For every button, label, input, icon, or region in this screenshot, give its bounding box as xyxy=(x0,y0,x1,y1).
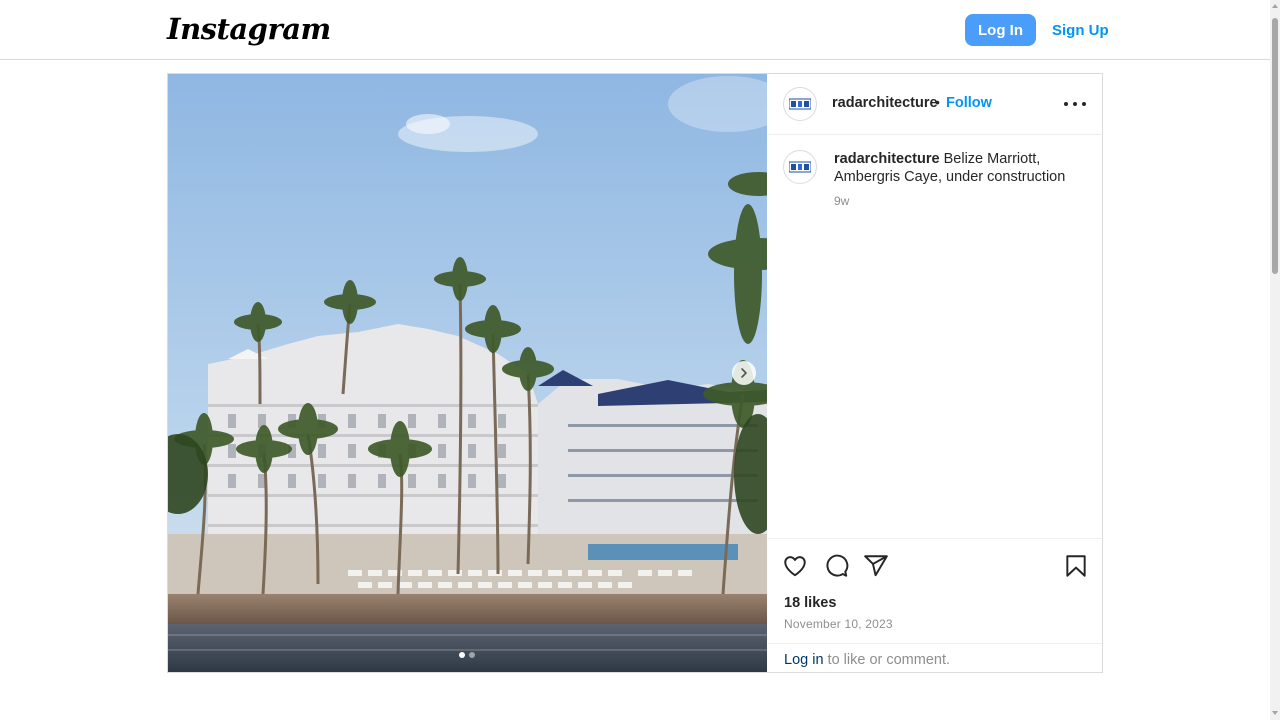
scroll-down-arrow-icon[interactable] xyxy=(1272,711,1278,715)
post-header: radarchitecture • Follow xyxy=(768,74,1102,135)
comment-icon[interactable] xyxy=(823,553,849,579)
caption-avatar[interactable] xyxy=(783,150,817,184)
more-options-icon[interactable] xyxy=(1064,94,1086,114)
login-prompt-text: Log in to like or comment. xyxy=(784,652,950,668)
carousel-dot xyxy=(469,652,475,658)
bookmark-icon[interactable] xyxy=(1063,553,1089,579)
top-nav: Instagram Log In Sign Up xyxy=(0,0,1270,60)
follow-button[interactable]: Follow xyxy=(946,95,992,111)
post-details-panel: radarchitecture • Follow radarchitecture… xyxy=(768,74,1102,672)
login-button[interactable]: Log In xyxy=(965,14,1036,46)
author-avatar[interactable] xyxy=(783,87,817,121)
login-prompt-suffix: to like or comment. xyxy=(823,652,951,668)
caption-timestamp: 9w xyxy=(834,194,850,208)
radarchitecture-logo-icon xyxy=(789,161,811,173)
scroll-up-arrow-icon[interactable] xyxy=(1272,4,1278,8)
author-username[interactable]: radarchitecture xyxy=(832,95,938,111)
scroll-thumb[interactable] xyxy=(1272,18,1278,274)
resort-photo xyxy=(168,74,767,672)
share-icon[interactable] xyxy=(863,553,889,579)
page-scrollbar[interactable] xyxy=(1270,0,1280,720)
carousel-dot-active xyxy=(459,652,465,658)
radarchitecture-logo-icon xyxy=(789,98,811,110)
post-actions: 18 likes November 10, 2023 Log in to lik… xyxy=(768,538,1102,673)
chevron-right-icon xyxy=(741,368,747,378)
post-card: radarchitecture • Follow radarchitecture… xyxy=(167,73,1103,673)
carousel-indicator xyxy=(459,652,475,658)
heart-icon[interactable] xyxy=(782,553,808,579)
post-image[interactable] xyxy=(168,74,767,672)
carousel-next-button[interactable] xyxy=(732,361,756,385)
login-prompt: Log in to like or comment. xyxy=(768,643,1102,674)
caption-username[interactable]: radarchitecture xyxy=(834,151,940,167)
likes-count[interactable]: 18 likes xyxy=(784,595,836,611)
separator-dot: • xyxy=(935,94,940,110)
login-link[interactable]: Log in xyxy=(784,652,824,668)
post-date[interactable]: November 10, 2023 xyxy=(784,617,893,631)
signup-button[interactable]: Sign Up xyxy=(1048,14,1113,46)
instagram-logo[interactable]: Instagram xyxy=(167,12,331,46)
post-caption: radarchitecture Belize Marriott, Ambergr… xyxy=(834,150,1074,186)
